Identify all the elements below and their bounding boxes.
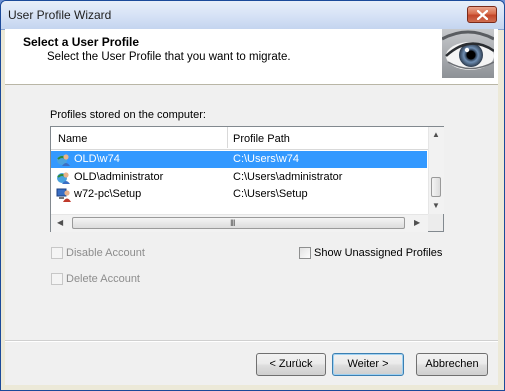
vertical-scroll-thumb[interactable] bbox=[431, 177, 441, 197]
column-divider[interactable] bbox=[227, 127, 228, 148]
cancel-button[interactable]: Abbrechen bbox=[416, 353, 488, 376]
cancel-button-label: Abbrechen bbox=[425, 358, 479, 370]
domain-user-icon bbox=[57, 172, 70, 184]
profiles-label: Profiles stored on the computer: bbox=[50, 109, 206, 121]
delete-account-checkbox[interactable] bbox=[51, 273, 63, 285]
column-header-name[interactable]: Name bbox=[58, 133, 87, 145]
local-user-icon bbox=[56, 188, 71, 202]
scrollbar-corner bbox=[428, 214, 443, 231]
profile-path: C:\Users\w74 bbox=[233, 153, 300, 165]
delete-account-label: Delete Account bbox=[66, 273, 140, 285]
close-button[interactable] bbox=[467, 6, 497, 23]
vertical-scrollbar[interactable]: ▲ ▼ bbox=[428, 127, 444, 214]
scroll-grip: III bbox=[230, 218, 235, 228]
next-button[interactable]: Weiter > bbox=[332, 353, 404, 376]
disable-account-checkbox[interactable] bbox=[51, 247, 63, 259]
page-subtitle: Select the User Profile that you want to… bbox=[47, 51, 291, 63]
button-divider bbox=[5, 340, 498, 342]
show-unassigned-checkbox[interactable] bbox=[299, 247, 311, 259]
profile-row[interactable]: w72-pc\Setup C:\Users\Setup bbox=[51, 186, 427, 203]
profile-name: OLD\administrator bbox=[74, 171, 164, 183]
profile-path: C:\Users\administrator bbox=[233, 171, 343, 183]
profile-path: C:\Users\Setup bbox=[233, 188, 308, 200]
eye-logo-icon bbox=[442, 29, 494, 78]
close-icon bbox=[477, 10, 488, 20]
back-button[interactable]: < Zurück bbox=[256, 353, 326, 376]
title-bar[interactable]: User Profile Wizard bbox=[1, 1, 504, 30]
back-button-label: < Zurück bbox=[269, 358, 313, 370]
column-header-path[interactable]: Profile Path bbox=[233, 133, 290, 145]
scroll-up-icon[interactable]: ▲ bbox=[432, 130, 440, 139]
profiles-list[interactable]: Name Profile Path OLD\w74 C:\Users\w74 O… bbox=[50, 126, 444, 232]
page-title: Select a User Profile bbox=[23, 35, 140, 49]
column-header-row: Name Profile Path bbox=[51, 127, 428, 150]
disable-account-label: Disable Account bbox=[66, 247, 145, 259]
horizontal-scrollbar[interactable]: ◀ III ▶ bbox=[51, 214, 428, 232]
scroll-right-icon[interactable]: ▶ bbox=[414, 218, 420, 227]
domain-user-icon bbox=[57, 154, 70, 166]
profile-row[interactable]: OLD\administrator C:\Users\administrator bbox=[51, 169, 427, 186]
window-title: User Profile Wizard bbox=[8, 8, 112, 22]
horizontal-scroll-thumb[interactable]: III bbox=[72, 217, 405, 229]
scroll-left-icon[interactable]: ◀ bbox=[57, 218, 63, 227]
wizard-header: Select a User Profile Select the User Pr… bbox=[5, 29, 498, 85]
scroll-down-icon[interactable]: ▼ bbox=[432, 201, 440, 210]
show-unassigned-label: Show Unassigned Profiles bbox=[314, 247, 443, 259]
profile-name: w72-pc\Setup bbox=[74, 188, 142, 200]
profile-row[interactable]: OLD\w74 C:\Users\w74 bbox=[51, 151, 427, 168]
next-button-label: Weiter > bbox=[347, 358, 389, 370]
profile-name: OLD\w74 bbox=[74, 153, 120, 165]
